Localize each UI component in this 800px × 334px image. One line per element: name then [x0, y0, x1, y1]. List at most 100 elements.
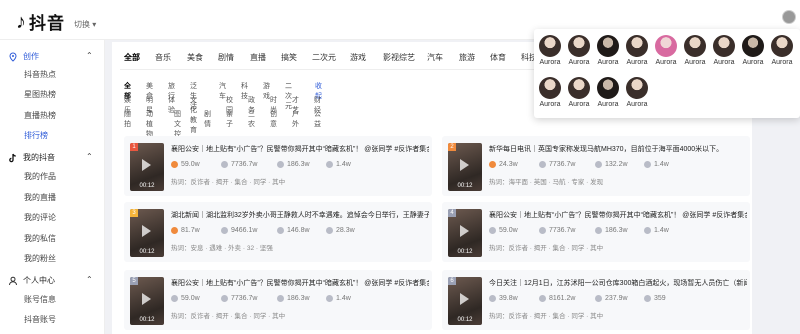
sidebar-section-title: 我的抖音 [23, 153, 55, 162]
video-thumbnail[interactable]: 1 00:12 [130, 143, 164, 191]
subtag[interactable]: 三农 [248, 109, 255, 129]
video-title[interactable]: 湖北新闻｜湖北监利32岁外卖小哥王静救人时不幸遇难。追悼会今日举行，王静妻子 [171, 210, 429, 220]
avatar [539, 77, 561, 99]
account-option[interactable]: Aurora [596, 35, 620, 66]
sidebar-item-xingtu[interactable]: 星图热榜 [24, 89, 56, 100]
subtag[interactable]: 图文控 [174, 109, 181, 139]
sidebar-item-ranking[interactable]: 排行榜 [24, 130, 48, 141]
sidebar-item-hot[interactable]: 抖音热点 [24, 69, 56, 80]
subtag[interactable]: 动植物 [146, 109, 153, 139]
flame-icon [171, 227, 178, 234]
chevron-up-icon[interactable]: ⌃ [86, 152, 93, 161]
tab-music[interactable]: 音乐 [155, 52, 171, 63]
sidebar-item-lives[interactable]: 我的直播 [24, 192, 56, 203]
tab-game[interactable]: 游戏 [350, 52, 366, 63]
tab-drama[interactable]: 剧情 [218, 52, 234, 63]
subtag[interactable]: 户外 [292, 109, 299, 129]
avatar [626, 77, 648, 99]
video-card[interactable]: 2 00:12 新华每日电讯｜英国专家称发现马航MH370，目前位于海平面400… [442, 136, 750, 196]
sidebar-section-personal[interactable]: 个人中心 ⌃ [8, 275, 93, 286]
account-option[interactable]: Aurora [538, 35, 562, 66]
tab-funny[interactable]: 搞笑 [281, 52, 297, 63]
account-option[interactable]: Aurora [741, 35, 765, 66]
tab-sports[interactable]: 体育 [490, 52, 506, 63]
avatar [742, 35, 764, 57]
account-option[interactable]: Aurora [567, 35, 591, 66]
subtag[interactable]: 亲子 [226, 109, 233, 129]
tab-travel[interactable]: 旅游 [459, 52, 475, 63]
avatar [539, 35, 561, 57]
account-option[interactable]: Aurora [567, 77, 591, 108]
video-thumbnail[interactable]: 4 00:12 [448, 209, 482, 257]
video-title[interactable]: 襄阳公安｜地上贴有“小广告”？民警带你揭开其中“暗藏玄机”！ @张同学 #反诈者… [171, 278, 429, 288]
subtag[interactable]: 科技 [241, 81, 248, 101]
shares-value: 1.4w [336, 295, 351, 302]
sidebar-item-live[interactable]: 直播热榜 [24, 110, 56, 121]
comment-icon [277, 295, 284, 302]
douyin-icon [9, 153, 16, 162]
avatar [684, 35, 706, 57]
subtag[interactable]: 游戏 [263, 81, 270, 101]
hot-words: 热词：海平面 · 英国 · 马航 · 专家 · 发现 [489, 179, 604, 186]
tab-acg[interactable]: 二次元 [312, 52, 336, 63]
sidebar: 创作 ⌃ 抖音热点 星图热榜 直播热榜 排行榜 我的抖音 ⌃ 我的作品 我的直播… [0, 40, 105, 334]
video-title[interactable]: 襄阳公安｜地上贴有“小广告”？民警带你揭开其中“暗藏玄机”！ @张同学 #反诈者… [171, 144, 429, 154]
chevron-up-icon[interactable]: ⌃ [86, 275, 93, 284]
switch-dropdown[interactable]: 切换 ▾ [74, 19, 96, 30]
video-title[interactable]: 新华每日电讯｜英国专家称发现马航MH370，目前位于海平面4000米以下。 [489, 144, 747, 154]
video-card[interactable]: 3 00:12 湖北新闻｜湖北监利32岁外卖小哥王静救人时不幸遇难。追悼会今日举… [124, 202, 432, 262]
sidebar-item-account-info[interactable]: 账号信息 [24, 294, 56, 305]
tab-food[interactable]: 美食 [187, 52, 203, 63]
subtag[interactable]: 文化教育 [190, 95, 197, 135]
tab-film[interactable]: 影视综艺 [383, 52, 415, 63]
chevron-up-icon[interactable]: ⌃ [86, 51, 93, 60]
douyin-logo[interactable]: ♪ 抖音 切换 ▾ [16, 9, 96, 34]
video-thumbnail[interactable]: 5 00:12 [130, 277, 164, 325]
video-card[interactable]: 5 00:12 襄阳公安｜地上贴有“小广告”？民警带你揭开其中“暗藏玄机”！ @… [124, 270, 432, 330]
avatar[interactable] [782, 10, 796, 24]
account-option[interactable]: Aurora [625, 35, 649, 66]
tab-live[interactable]: 直播 [250, 52, 266, 63]
sidebar-item-messages[interactable]: 我的私信 [24, 233, 56, 244]
video-card[interactable]: 4 00:12 襄阳公安｜地上贴有“小广告”？民警带你揭开其中“暗藏玄机”！ @… [442, 202, 750, 262]
video-thumbnail[interactable]: 2 00:12 [448, 143, 482, 191]
account-option[interactable]: Aurora [596, 77, 620, 108]
comment-icon [595, 295, 602, 302]
video-stats: 39.8w 8161.2w 237.9w 359 [489, 295, 747, 305]
account-option[interactable]: Aurora [712, 35, 736, 66]
sidebar-section-create[interactable]: 创作 ⌃ [8, 51, 93, 62]
account-option[interactable]: Aurora [654, 35, 678, 66]
video-card[interactable]: 6 00:12 今日关注｜12月1日，江苏沭阳一公司仓库300箱白酒起火，现场暂… [442, 270, 750, 330]
tab-all[interactable]: 全部 [124, 52, 140, 63]
video-title[interactable]: 襄阳公安｜地上贴有“小广告”？民警带你揭开其中“暗藏玄机”！ @张同学 #反诈者… [489, 210, 747, 220]
video-title[interactable]: 今日关注｜12月1日，江苏沭阳一公司仓库300箱白酒起火，现场暂无人员伤亡（新闻… [489, 278, 747, 288]
sidebar-item-douyin-account[interactable]: 抖音账号 [24, 314, 56, 325]
hot-words: 热词：反诈者 · 揭开 · 集合 · 同学 · 其中 [489, 313, 604, 320]
subtag[interactable]: 随拍 [124, 109, 131, 129]
subtag[interactable]: 剧情 [204, 109, 211, 129]
account-name: Aurora [713, 59, 735, 66]
plays-value: 59.0w [181, 161, 200, 168]
comment-icon [595, 161, 602, 168]
subtag[interactable]: 汽车 [219, 81, 226, 101]
sidebar-item-comments[interactable]: 我的评论 [24, 212, 56, 223]
subtag[interactable]: 公益 [314, 109, 321, 129]
account-option[interactable]: Aurora [683, 35, 707, 66]
sidebar-item-fans[interactable]: 我的粉丝 [24, 253, 56, 264]
avatar [597, 77, 619, 99]
subtag[interactable]: 二次元 [285, 81, 292, 111]
account-option[interactable]: Aurora [538, 77, 562, 108]
video-card[interactable]: 1 00:12 襄阳公安｜地上贴有“小广告”？民警带你揭开其中“暗藏玄机”！ @… [124, 136, 432, 196]
sidebar-item-works[interactable]: 我的作品 [24, 171, 56, 182]
comments-value: 237.9w [605, 295, 628, 302]
subtag[interactable]: 创意 [270, 109, 277, 129]
play-icon [460, 293, 469, 305]
tab-car[interactable]: 汽车 [427, 52, 443, 63]
account-option[interactable]: Aurora [625, 77, 649, 108]
account-name: Aurora [626, 101, 648, 108]
account-option[interactable]: Aurora [770, 35, 794, 66]
video-thumbnail[interactable]: 3 00:12 [130, 209, 164, 257]
sidebar-section-my-douyin[interactable]: 我的抖音 ⌃ [8, 152, 93, 163]
account-name: Aurora [771, 59, 793, 66]
video-thumbnail[interactable]: 6 00:12 [448, 277, 482, 325]
